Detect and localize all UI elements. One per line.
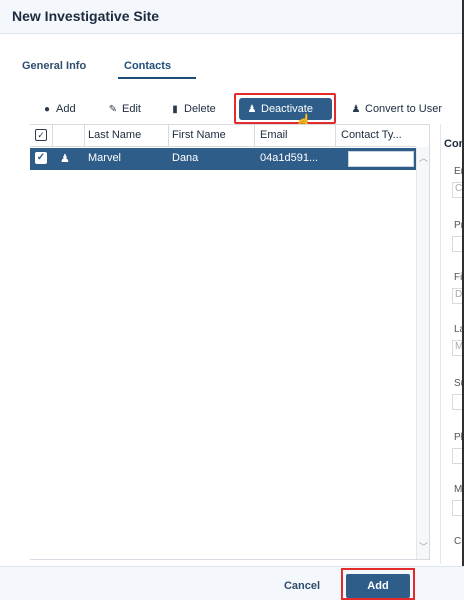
chevron-up-icon[interactable]: ︿ — [419, 151, 428, 164]
delete-contact-button[interactable]: ▮ Delete — [170, 98, 216, 120]
tab-contacts[interactable]: Contacts — [124, 60, 171, 72]
column-header-first-name[interactable]: First Name — [172, 129, 226, 141]
select-all-checkbox[interactable]: ✓ — [35, 129, 47, 141]
column-divider — [84, 125, 85, 147]
edit-label: Edit — [122, 103, 141, 115]
detail-label: Su — [454, 378, 462, 389]
deactivate-highlight-box — [234, 93, 336, 124]
column-header-contact-type[interactable]: Contact Ty... — [341, 129, 402, 141]
detail-field[interactable] — [452, 236, 462, 252]
cell-first-name: Dana — [172, 152, 199, 164]
chevron-down-icon[interactable]: ﹀ — [419, 540, 428, 553]
user-icon: ♟ — [351, 103, 361, 115]
contacts-grid: ✓ Last Name First Name Email Contact Ty.… — [30, 124, 430, 560]
detail-field[interactable]: M — [452, 340, 462, 356]
trash-icon: ▮ — [172, 103, 178, 115]
panel-divider — [440, 124, 441, 564]
column-divider — [168, 125, 169, 147]
cancel-button[interactable]: Cancel — [268, 575, 336, 597]
dialog-title-bar: New Investigative Site — [0, 0, 464, 34]
contacts-toolbar: ● Add ✎ Edit ▮ Delete ♟ Deactivate ♟ Con… — [0, 98, 464, 120]
detail-label: La — [454, 324, 462, 335]
tab-general-info[interactable]: General Info — [22, 60, 86, 72]
row-checkbox[interactable]: ✓ — [35, 152, 47, 164]
column-divider — [335, 125, 336, 147]
plus-circle-icon: ● — [43, 103, 51, 115]
column-divider — [254, 125, 255, 147]
grid-header: ✓ Last Name First Name Email Contact Ty.… — [30, 125, 416, 147]
add-highlight-box — [341, 568, 415, 600]
detail-label: Pł — [454, 432, 462, 443]
add-contact-button[interactable]: ● Add — [42, 98, 76, 120]
add-label: Add — [56, 103, 76, 115]
detail-field[interactable] — [452, 448, 462, 464]
user-icon: ♟ — [60, 153, 70, 165]
detail-label: Fi — [454, 272, 462, 283]
contact-details-title: Con — [444, 138, 462, 150]
cell-last-name: Marvel — [88, 152, 122, 164]
detail-field[interactable]: C — [452, 182, 462, 198]
convert-label: Convert to User — [365, 103, 443, 115]
dialog-title: New Investigative Site — [12, 8, 160, 24]
column-header-email[interactable]: Email — [260, 129, 288, 141]
convert-to-user-button[interactable]: ♟ Convert to User — [351, 98, 443, 120]
detail-label: En — [454, 166, 462, 177]
detail-label: C — [454, 536, 462, 547]
column-header-last-name[interactable]: Last Name — [88, 129, 141, 141]
table-row[interactable]: ✓ ♟ Marvel Dana 04a1d591... — [30, 148, 416, 170]
detail-label: M — [454, 484, 462, 495]
active-tab-indicator — [118, 77, 196, 79]
cell-email: 04a1d591... — [260, 152, 319, 164]
detail-field[interactable]: D — [452, 288, 462, 304]
new-investigative-site-dialog: New Investigative Site General Info Cont… — [0, 0, 464, 600]
contact-details-panel: Con En C Pr Fi D La M Su Pł M C — [440, 124, 462, 564]
pencil-icon: ✎ — [108, 103, 118, 115]
grid-vertical-scrollbar[interactable]: ︿ ﹀ — [416, 147, 429, 559]
detail-label: Pr — [454, 220, 462, 231]
detail-field[interactable] — [452, 500, 462, 516]
delete-label: Delete — [184, 103, 216, 115]
detail-field[interactable] — [452, 394, 462, 410]
contact-type-field[interactable] — [348, 151, 414, 167]
column-divider — [52, 125, 53, 147]
edit-contact-button[interactable]: ✎ Edit — [108, 98, 141, 120]
